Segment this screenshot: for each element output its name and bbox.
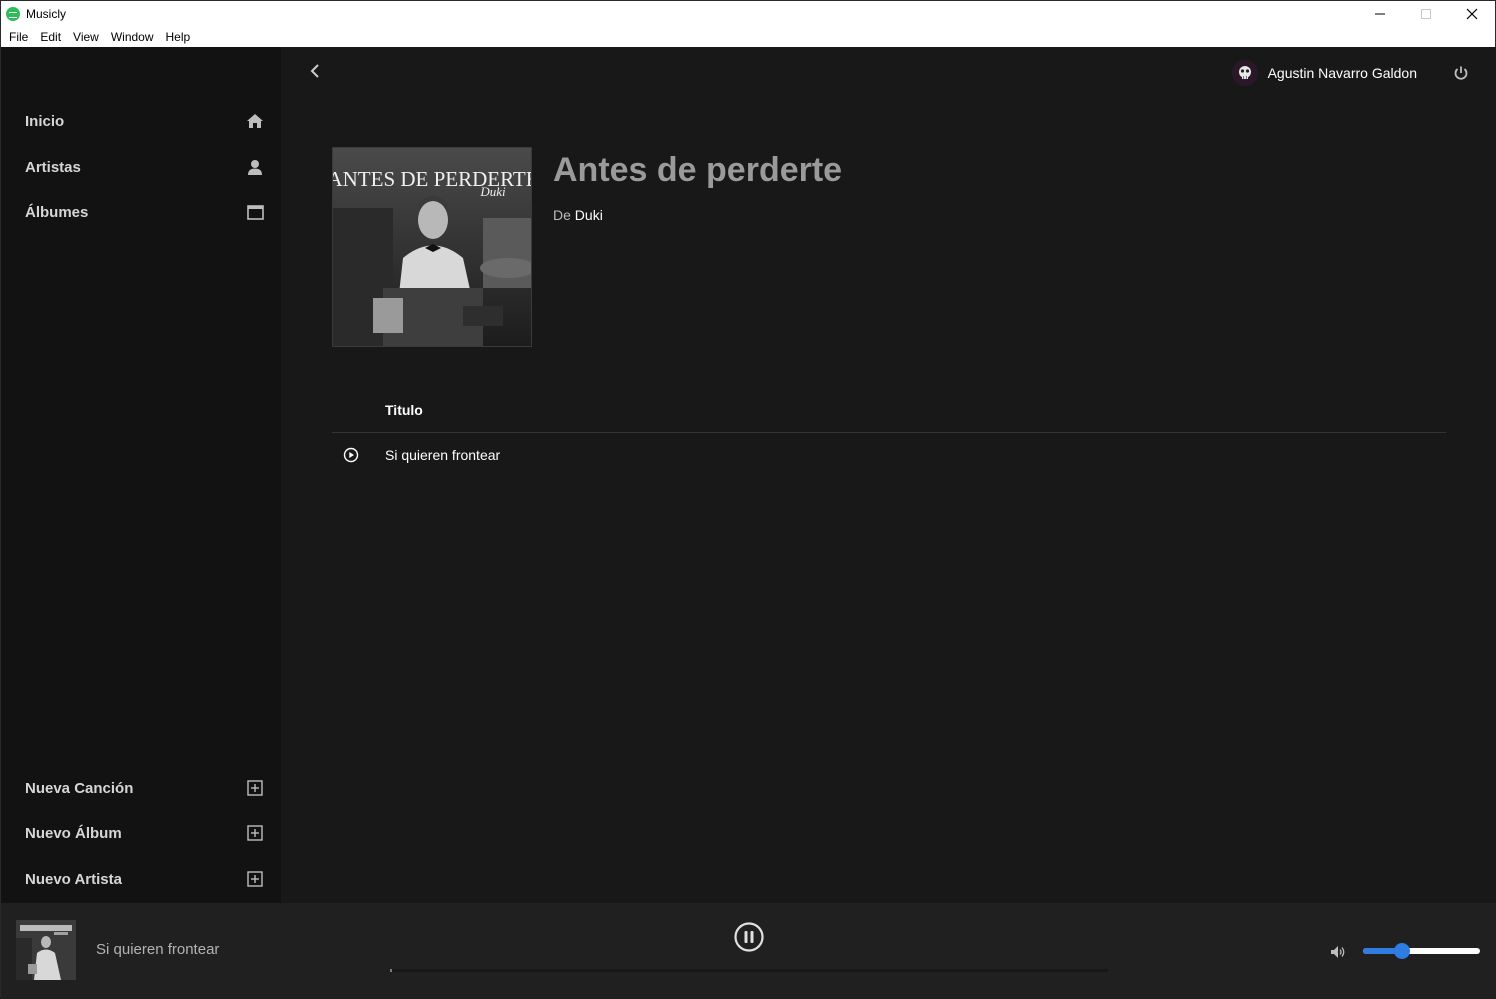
close-icon bbox=[1466, 8, 1478, 20]
minimize-button[interactable] bbox=[1357, 1, 1403, 27]
close-button[interactable] bbox=[1449, 1, 1495, 27]
sidebar-item-artistas[interactable]: Artistas bbox=[25, 152, 265, 182]
sidebar-action-label: Nueva Canción bbox=[25, 779, 134, 797]
track-title: Si quieren frontear bbox=[385, 447, 501, 463]
sidebar-item-label: Inicio bbox=[25, 112, 65, 130]
menu-bar: File Edit View Window Help bbox=[1, 27, 1495, 47]
new-artist-button[interactable]: Nuevo Artista bbox=[25, 864, 265, 894]
plus-square-icon bbox=[245, 823, 265, 843]
title-bar: Musicly bbox=[1, 1, 1495, 27]
maximize-button[interactable] bbox=[1403, 1, 1449, 27]
sidebar-item-label: Artistas bbox=[25, 158, 81, 176]
logout-button[interactable] bbox=[1453, 65, 1473, 85]
sidebar: Inicio Artistas Álbumes Nueva Canción Nu… bbox=[1, 47, 281, 903]
new-album-button[interactable]: Nuevo Álbum bbox=[25, 818, 265, 848]
volume-slider-handle[interactable] bbox=[1393, 943, 1410, 959]
album-cover: “ANTES DE PERDERTE” Duki bbox=[332, 147, 532, 347]
home-icon bbox=[245, 111, 265, 131]
power-icon bbox=[1454, 66, 1468, 80]
artist-link[interactable]: Duki bbox=[575, 207, 603, 223]
pause-circle-icon bbox=[734, 922, 764, 952]
plus-square-icon bbox=[245, 869, 265, 889]
sidebar-item-albumes[interactable]: Álbumes bbox=[25, 197, 265, 227]
play-circle-icon bbox=[343, 447, 359, 463]
minimize-icon bbox=[1375, 13, 1385, 15]
volume-slider[interactable] bbox=[1363, 943, 1480, 959]
album-icon bbox=[245, 202, 265, 222]
menu-file[interactable]: File bbox=[3, 30, 34, 44]
sidebar-action-label: Nuevo Artista bbox=[25, 870, 122, 888]
progress-fill bbox=[390, 969, 393, 972]
chevron-left-icon bbox=[310, 64, 319, 78]
player-bar: Si quieren frontear bbox=[1, 903, 1496, 999]
table-row[interactable]: Si quieren frontear bbox=[332, 441, 1446, 469]
menu-edit[interactable]: Edit bbox=[34, 30, 67, 44]
track-table-header: Titulo bbox=[332, 395, 1446, 433]
user-name: Agustin Navarro Galdon bbox=[1267, 65, 1417, 81]
menu-help[interactable]: Help bbox=[160, 30, 197, 44]
album-title: Antes de perderte bbox=[553, 151, 843, 189]
app-window: Musicly File Edit View Window Help Inici… bbox=[0, 0, 1496, 999]
window-controls bbox=[1357, 1, 1495, 27]
app-logo-icon bbox=[6, 7, 20, 21]
sidebar-item-inicio[interactable]: Inicio bbox=[25, 106, 265, 136]
by-prefix: De bbox=[553, 207, 571, 223]
pause-button[interactable] bbox=[733, 921, 765, 953]
progress-bar[interactable] bbox=[390, 969, 1108, 972]
user-icon bbox=[245, 157, 265, 177]
sidebar-action-label: Nuevo Álbum bbox=[25, 824, 122, 842]
sidebar-item-label: Álbumes bbox=[25, 203, 89, 221]
user-menu[interactable]: Agustin Navarro Galdon bbox=[1231, 59, 1417, 87]
volume-icon[interactable] bbox=[1329, 943, 1347, 961]
plus-square-icon bbox=[245, 778, 265, 798]
now-playing-cover bbox=[16, 920, 76, 980]
avatar-icon bbox=[1238, 66, 1251, 79]
new-song-button[interactable]: Nueva Canción bbox=[25, 773, 265, 803]
menu-view[interactable]: View bbox=[67, 30, 105, 44]
app-title: Musicly bbox=[26, 7, 67, 21]
menu-window[interactable]: Window bbox=[105, 30, 160, 44]
now-playing-title: Si quieren frontear bbox=[96, 941, 220, 958]
album-artist-line: De Duki bbox=[553, 207, 603, 223]
column-header-title: Titulo bbox=[385, 402, 423, 418]
maximize-icon bbox=[1421, 9, 1431, 19]
main-content: Agustin Navarro Galdon NTES DE PERDERT D… bbox=[281, 47, 1496, 903]
play-track-button[interactable] bbox=[343, 447, 359, 463]
back-button[interactable] bbox=[305, 61, 325, 81]
avatar bbox=[1231, 60, 1258, 86]
cover-artist-text: Duki bbox=[479, 184, 506, 199]
